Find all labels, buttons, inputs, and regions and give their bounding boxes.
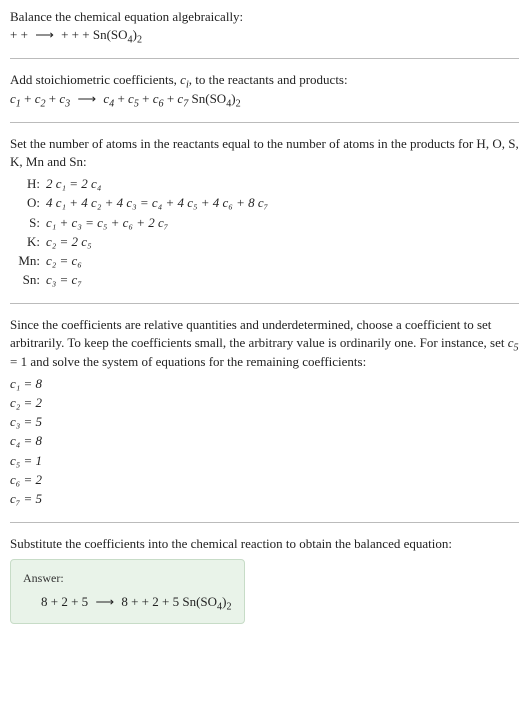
atom-balance-table: H: 2 c₁ = 2 c₄ O: 4 c₁ + 4 c₂ + 4 c₃ = c… [10, 175, 519, 289]
final-section: Substitute the coefficients into the che… [10, 535, 519, 624]
element-equation: c₁ + c₃ = c₅ + c₆ + 2 c₇ [46, 214, 168, 232]
divider [10, 122, 519, 123]
element-equation: c₂ = c₆ [46, 252, 82, 270]
divider [10, 522, 519, 523]
solve-intro: Since the coefficients are relative quan… [10, 316, 519, 371]
coef-row: c₄ = 8 [10, 432, 519, 450]
atom-balance-intro: Set the number of atoms in the reactants… [10, 135, 519, 171]
intro-line1: Balance the chemical equation algebraica… [10, 8, 519, 26]
intro-section: Balance the chemical equation algebraica… [10, 8, 519, 44]
coef-row: c₂ = 2 [10, 394, 519, 412]
element-label: Sn: [10, 271, 46, 289]
coef-row: c₅ = 1 [10, 452, 519, 470]
atom-row: H: 2 c₁ = 2 c₄ [10, 175, 519, 193]
final-intro: Substitute the coefficients into the che… [10, 535, 519, 553]
element-equation: c₃ = c₇ [46, 271, 82, 289]
stoich-intro: Add stoichiometric coefficients, ci, to … [10, 71, 519, 89]
atom-row: Mn: c₂ = c₆ [10, 252, 519, 270]
coef-row: c₆ = 2 [10, 471, 519, 489]
element-equation: c₂ = 2 c₅ [46, 233, 92, 251]
coef-row: c₇ = 5 [10, 490, 519, 508]
coefficient-list: c₁ = 8 c₂ = 2 c₃ = 5 c₄ = 8 c₅ = 1 c₆ = … [10, 375, 519, 508]
atom-row: K: c₂ = 2 c₅ [10, 233, 519, 251]
answer-label: Answer: [23, 570, 232, 587]
atom-row: S: c₁ + c₃ = c₅ + c₆ + 2 c₇ [10, 214, 519, 232]
intro-equation: + + ⟶ + + + Sn(SO4)2 [10, 26, 519, 44]
stoich-equation: c1 + c2 + c3 ⟶ c4 + c5 + c6 + c7 Sn(SO4)… [10, 90, 519, 108]
stoich-section: Add stoichiometric coefficients, ci, to … [10, 71, 519, 107]
divider [10, 58, 519, 59]
compound-sn-so4-2: Sn(SO4)2 [192, 91, 241, 106]
element-label: O: [10, 194, 46, 212]
balanced-equation: 8 + 2 + 5 ⟶ 8 + + 2 + 5 Sn(SO4)2 [23, 593, 232, 611]
coef-row: c₁ = 8 [10, 375, 519, 393]
element-label: H: [10, 175, 46, 193]
element-label: Mn: [10, 252, 46, 270]
reaction-arrow: ⟶ [77, 90, 96, 108]
reaction-arrow: ⟶ [35, 26, 54, 44]
element-equation: 2 c₁ = 2 c₄ [46, 175, 101, 193]
atom-balance-section: Set the number of atoms in the reactants… [10, 135, 519, 290]
element-equation: 4 c₁ + 4 c₂ + 4 c₃ = c₄ + 4 c₅ + 4 c₆ + … [46, 194, 268, 212]
ci-symbol: ci [180, 72, 189, 87]
compound-sn-so4-2: Sn(SO4)2 [182, 594, 231, 609]
solve-section: Since the coefficients are relative quan… [10, 316, 519, 508]
answer-box: Answer: 8 + 2 + 5 ⟶ 8 + + 2 + 5 Sn(SO4)2 [10, 559, 245, 624]
element-label: K: [10, 233, 46, 251]
atom-row: O: 4 c₁ + 4 c₂ + 4 c₃ = c₄ + 4 c₅ + 4 c₆… [10, 194, 519, 212]
atom-row: Sn: c₃ = c₇ [10, 271, 519, 289]
compound-sn-so4-2: Sn(SO4)2 [93, 27, 142, 42]
element-label: S: [10, 214, 46, 232]
reaction-arrow: ⟶ [95, 593, 114, 611]
coef-row: c₃ = 5 [10, 413, 519, 431]
divider [10, 303, 519, 304]
